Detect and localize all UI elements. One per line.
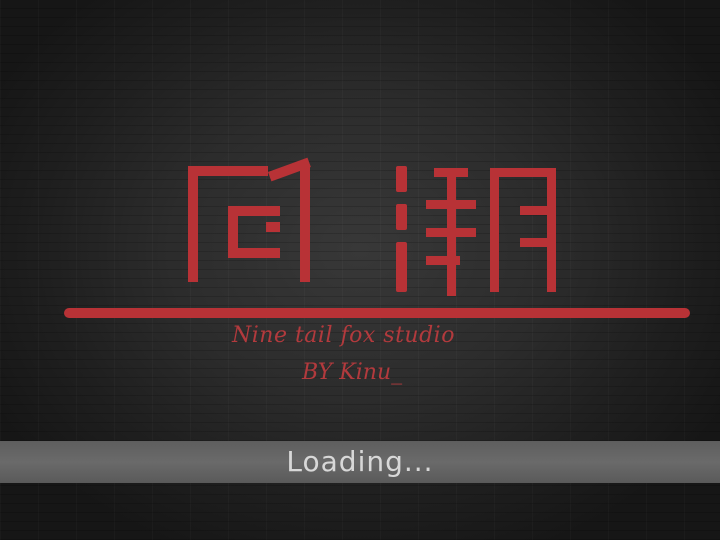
author-credit: BY Kinu_ (302, 360, 403, 385)
glyph2-bar-2 (426, 228, 476, 237)
logo-underline (64, 308, 690, 318)
glyph2-right-bar-2 (520, 238, 550, 247)
glyph2-bar-1 (426, 200, 476, 209)
glyph2-right-right (547, 168, 556, 292)
glyph2-right-top (490, 168, 556, 177)
glyph2-right-left (490, 168, 499, 292)
glyph1-top-stroke (188, 166, 268, 176)
glyph2-bar-3 (426, 256, 460, 265)
studio-name: Nine tail fox studio (232, 323, 455, 348)
glyph2-dot-1 (396, 166, 407, 192)
splash-screen: Nine tail fox studio BY Kinu_ Loading... (0, 0, 720, 540)
glyph1-inner-bottom (228, 248, 280, 258)
glyph2-right-bar-1 (520, 206, 550, 215)
glyph1-left-stroke (188, 166, 198, 282)
glyph1-right-stroke (300, 166, 310, 282)
loading-label: Loading... (286, 445, 434, 478)
logo-title-glyphs (188, 157, 556, 296)
glyph2-dot-2 (396, 204, 407, 230)
glyph1-inner-notch (266, 222, 280, 232)
glyph2-dot-3 (396, 242, 407, 292)
